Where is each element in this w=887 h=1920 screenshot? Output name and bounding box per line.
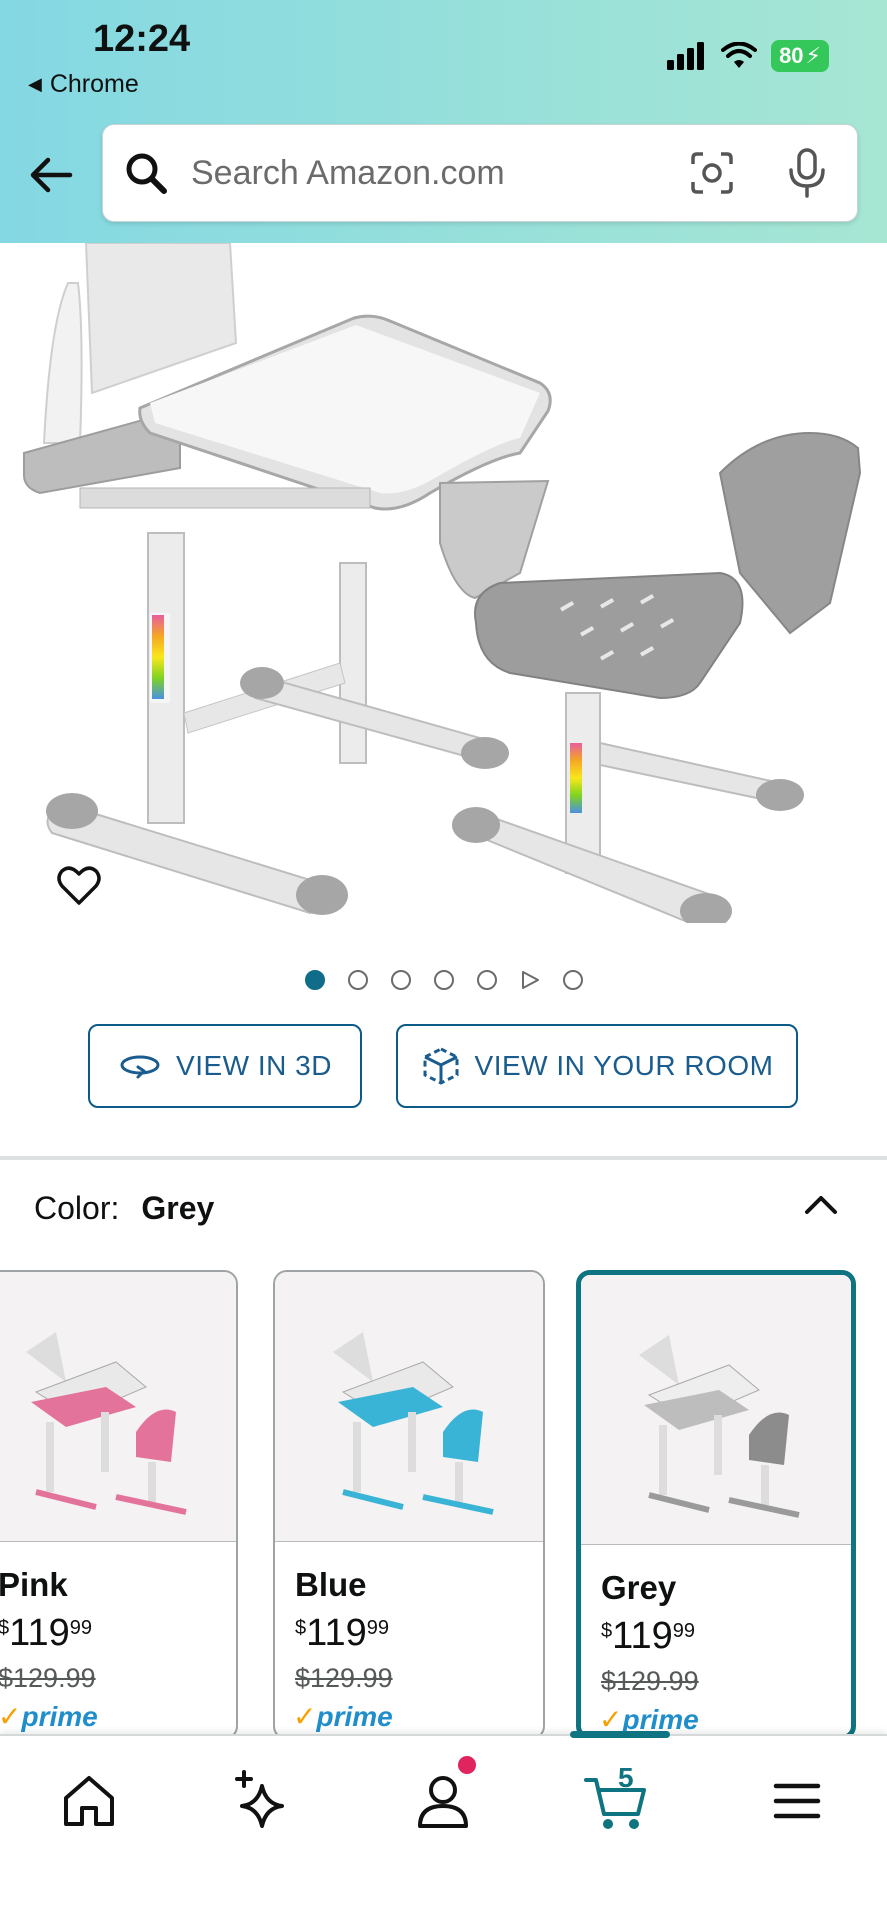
search-bar[interactable]: Search Amazon.com <box>102 124 858 222</box>
color-swatches: Pink $ 119 99 $129.99 ✓prime <box>0 1270 887 1740</box>
color-option-grey[interactable]: Grey $ 119 99 $129.99 ✓prime <box>576 1270 856 1740</box>
back-to-app[interactable]: ◀ Chrome <box>28 70 139 99</box>
old-price: $129.99 <box>601 1666 699 1696</box>
search-icon <box>126 153 167 194</box>
chevron-up-icon[interactable] <box>801 1190 841 1220</box>
blue-desk-thumbnail <box>333 1332 494 1515</box>
prime-check-icon: ✓ <box>293 1701 317 1732</box>
swatch-image <box>275 1272 543 1542</box>
option-price: $ 119 99 <box>601 1615 851 1658</box>
prime-label: prime <box>316 1701 393 1732</box>
carousel-dot[interactable] <box>476 970 497 990</box>
prime-badge: ✓prime <box>293 1700 543 1733</box>
ar-cube-icon <box>423 1047 459 1085</box>
pink-desk-thumbnail <box>26 1332 187 1515</box>
carousel-dot[interactable] <box>390 970 411 990</box>
back-arrow-icon[interactable] <box>26 150 76 200</box>
view-in-3d-label: VIEW IN 3D <box>176 1050 332 1081</box>
home-icon[interactable] <box>54 1766 124 1836</box>
prime-badge: ✓prime <box>0 1700 236 1733</box>
old-price: $129.99 <box>0 1663 96 1693</box>
wifi-icon <box>721 42 758 68</box>
ai-sparkle-icon[interactable] <box>228 1766 298 1836</box>
option-name: Grey <box>601 1569 677 1606</box>
product-page: 12:24 ◀ Chrome 80 ⚡ Search Amazon.com VI… <box>0 0 887 1920</box>
color-option-pink[interactable]: Pink $ 119 99 $129.99 ✓prime <box>0 1270 238 1740</box>
account-icon[interactable] <box>408 1766 478 1836</box>
price-cents: 99 <box>672 1620 695 1642</box>
status-time: 12:24 <box>93 18 191 60</box>
battery-level: 80 <box>779 43 804 68</box>
active-tab-indicator <box>570 1731 670 1738</box>
prime-label: prime <box>21 1701 98 1732</box>
option-name: Pink <box>0 1566 68 1603</box>
color-selector-header: Color: Grey <box>34 1190 214 1227</box>
carousel-dot[interactable] <box>562 970 583 990</box>
microphone-icon[interactable] <box>785 148 829 198</box>
carousel-dot[interactable] <box>433 970 454 990</box>
price-whole: 119 <box>9 1612 70 1654</box>
view-in-your-room-label: VIEW IN YOUR ROOM <box>474 1050 774 1081</box>
price-cents: 99 <box>69 1617 92 1639</box>
back-triangle-icon: ◀ <box>28 74 42 94</box>
rotate-3d-icon <box>120 1055 160 1079</box>
option-price: $ 119 99 <box>0 1612 236 1655</box>
camera-lens-icon[interactable] <box>689 150 735 196</box>
battery-indicator: 80 ⚡ <box>771 40 829 72</box>
view-in-3d-button[interactable]: VIEW IN 3D <box>88 1024 362 1108</box>
carousel-dot-active[interactable] <box>304 970 325 990</box>
image-carousel-dots <box>0 970 887 990</box>
cart-count-badge: 5 <box>618 1762 634 1793</box>
price-whole: 119 <box>306 1612 367 1654</box>
status-icons: 80 ⚡ <box>667 40 829 72</box>
section-divider <box>0 1156 887 1160</box>
option-name: Blue <box>295 1566 367 1603</box>
swatch-image <box>581 1275 851 1545</box>
prime-check-icon: ✓ <box>0 1701 22 1732</box>
back-app-label: Chrome <box>49 70 139 98</box>
video-play-icon[interactable] <box>520 970 540 990</box>
old-price: $129.99 <box>295 1663 393 1693</box>
color-option-blue[interactable]: Blue $ 119 99 $129.99 ✓prime <box>273 1270 545 1740</box>
price-whole: 119 <box>612 1615 673 1657</box>
grey-desk-thumbnail <box>639 1335 800 1518</box>
option-price: $ 119 99 <box>295 1612 543 1655</box>
notification-dot <box>458 1756 476 1774</box>
header: 12:24 ◀ Chrome 80 ⚡ Search Amazon.com <box>0 0 887 243</box>
bottom-navigation: 5 <box>0 1731 887 1920</box>
signal-icon <box>667 42 705 70</box>
currency-symbol: $ <box>601 1620 613 1642</box>
carousel-dot[interactable] <box>347 970 368 990</box>
view-in-your-room-button[interactable]: VIEW IN YOUR ROOM <box>396 1024 798 1108</box>
color-label: Color: <box>34 1190 120 1226</box>
search-input[interactable]: Search Amazon.com <box>191 154 689 193</box>
heart-icon[interactable] <box>56 862 102 908</box>
charging-icon: ⚡ <box>805 43 821 68</box>
cart-icon[interactable] <box>582 1766 652 1836</box>
price-cents: 99 <box>366 1617 389 1639</box>
menu-icon[interactable] <box>762 1766 832 1836</box>
selected-color-value: Grey <box>141 1190 215 1226</box>
swatch-image <box>0 1272 236 1542</box>
currency-symbol: $ <box>0 1617 9 1640</box>
currency-symbol: $ <box>295 1617 307 1639</box>
product-image[interactable] <box>0 243 887 923</box>
